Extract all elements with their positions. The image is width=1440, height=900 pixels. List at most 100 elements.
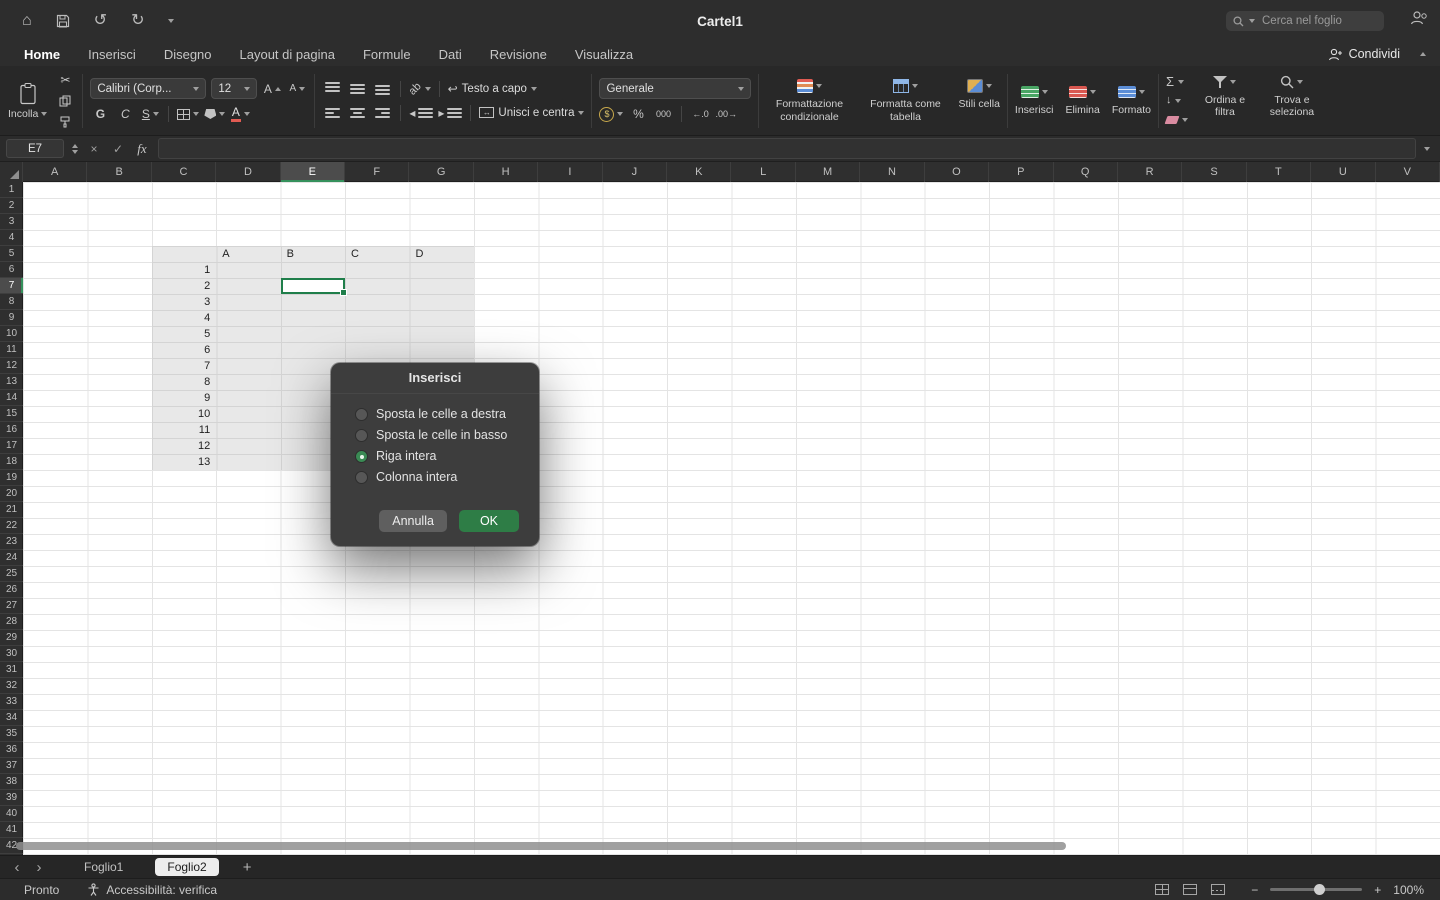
column-header-J[interactable]: J — [603, 162, 667, 182]
tab-visualizza[interactable]: Visualizza — [575, 47, 633, 62]
row-header-31[interactable]: 31 — [0, 662, 23, 678]
search-scope-icon[interactable] — [1249, 19, 1255, 23]
row-header-21[interactable]: 21 — [0, 502, 23, 518]
home-icon[interactable]: ⌂ — [22, 13, 32, 29]
cell-C8[interactable]: 3 — [152, 294, 216, 310]
row-header-13[interactable]: 13 — [0, 374, 23, 390]
radio-icon[interactable] — [355, 471, 368, 484]
column-header-R[interactable]: R — [1118, 162, 1182, 182]
column-header-I[interactable]: I — [538, 162, 602, 182]
cell-C10[interactable]: 5 — [152, 326, 216, 342]
row-header-38[interactable]: 38 — [0, 774, 23, 790]
cell-styles-button[interactable]: Stili cella — [958, 78, 999, 122]
align-middle-button[interactable] — [347, 80, 367, 98]
customize-toolbar-button[interactable] — [168, 19, 174, 23]
align-left-button[interactable] — [322, 104, 342, 122]
cell-G5[interactable]: D — [409, 246, 473, 262]
cell-C11[interactable]: 6 — [152, 342, 216, 358]
cell-C9[interactable]: 4 — [152, 310, 216, 326]
fill-color-button[interactable] — [204, 105, 225, 123]
page-break-view-icon[interactable] — [1211, 884, 1225, 895]
row-header-6[interactable]: 6 — [0, 262, 23, 278]
paste-button[interactable]: Incolla — [8, 82, 47, 120]
save-button[interactable] — [56, 14, 70, 28]
row-header-28[interactable]: 28 — [0, 614, 23, 630]
format-as-table-button[interactable]: Formatta come tabella — [862, 78, 948, 122]
column-header-D[interactable]: D — [216, 162, 280, 182]
column-header-F[interactable]: F — [345, 162, 409, 182]
cell-C18[interactable]: 13 — [152, 454, 216, 470]
dialog-option-colonna-intera[interactable]: Colonna intera — [355, 470, 539, 484]
column-header-G[interactable]: G — [409, 162, 473, 182]
insert-cells-button[interactable]: Inserisci — [1015, 84, 1054, 116]
cell-C13[interactable]: 8 — [152, 374, 216, 390]
column-header-A[interactable]: A — [23, 162, 87, 182]
row-header-18[interactable]: 18 — [0, 454, 23, 470]
column-header-H[interactable]: H — [474, 162, 538, 182]
cell-C7[interactable]: 2 — [152, 278, 216, 294]
row-header-5[interactable]: 5 — [0, 246, 23, 262]
tab-dati[interactable]: Dati — [439, 47, 462, 62]
bold-button[interactable]: G — [90, 105, 110, 123]
column-header-P[interactable]: P — [989, 162, 1053, 182]
percent-format-button[interactable]: % — [628, 105, 648, 123]
cell-E5[interactable]: B — [281, 246, 345, 262]
increase-decimal-button[interactable]: ←.0 — [690, 105, 710, 123]
account-icon[interactable] — [1410, 10, 1428, 26]
column-header-T[interactable]: T — [1247, 162, 1311, 182]
zoom-slider[interactable] — [1270, 888, 1362, 891]
currency-format-button[interactable]: $ — [599, 105, 623, 123]
column-header-S[interactable]: S — [1182, 162, 1246, 182]
cell-C17[interactable]: 12 — [152, 438, 216, 454]
collapse-ribbon-icon[interactable] — [1420, 52, 1426, 56]
tab-inserisci[interactable]: Inserisci — [88, 47, 136, 62]
radio-icon[interactable] — [355, 450, 368, 463]
row-header-11[interactable]: 11 — [0, 342, 23, 358]
sheet-nav-left-icon[interactable]: ‹ — [10, 860, 24, 875]
underline-button[interactable]: S — [140, 105, 160, 123]
radio-icon[interactable] — [355, 408, 368, 421]
cell-F5[interactable]: C — [345, 246, 409, 262]
cancel-button[interactable]: Annulla — [379, 510, 447, 532]
row-header-25[interactable]: 25 — [0, 566, 23, 582]
decrease-font-button[interactable]: A — [287, 80, 307, 98]
format-painter-button[interactable] — [55, 113, 75, 131]
expand-formula-bar-icon[interactable] — [1424, 147, 1430, 151]
sheet-tab-foglio2[interactable]: Foglio2 — [155, 858, 218, 876]
cells-layer[interactable]: ABCD12345678910111213 — [23, 182, 1440, 855]
font-name-select[interactable]: Calibri (Corp... — [90, 78, 206, 99]
dialog-option-riga-intera[interactable]: Riga intera — [355, 449, 539, 463]
sheet-tab-foglio1[interactable]: Foglio1 — [72, 858, 135, 876]
fill-button[interactable]: ↓ — [1166, 93, 1188, 108]
sheet-grid[interactable]: ABCD12345678910111213 123456789101112131… — [0, 182, 1440, 855]
active-cell[interactable] — [281, 278, 345, 294]
select-all-button[interactable] — [0, 162, 23, 182]
row-header-29[interactable]: 29 — [0, 630, 23, 646]
row-header-23[interactable]: 23 — [0, 534, 23, 550]
row-header-37[interactable]: 37 — [0, 758, 23, 774]
align-right-button[interactable] — [372, 104, 392, 122]
zoom-slider-thumb[interactable] — [1314, 884, 1325, 895]
tab-layout-di-pagina[interactable]: Layout di pagina — [240, 47, 335, 62]
find-select-button[interactable]: Trova e seleziona — [1262, 74, 1322, 127]
horizontal-scrollbar[interactable] — [16, 842, 1066, 850]
zoom-in-button[interactable]: + — [1374, 883, 1381, 897]
font-size-select[interactable]: 12 — [211, 78, 257, 99]
column-header-B[interactable]: B — [87, 162, 151, 182]
row-header-20[interactable]: 20 — [0, 486, 23, 502]
row-header-14[interactable]: 14 — [0, 390, 23, 406]
search-input[interactable] — [1260, 14, 1377, 28]
sort-filter-button[interactable]: Ordina e filtra — [1198, 74, 1252, 127]
row-header-3[interactable]: 3 — [0, 214, 23, 230]
redo-button[interactable]: ↻ — [131, 13, 144, 29]
column-header-Q[interactable]: Q — [1054, 162, 1118, 182]
accessibility-status[interactable]: Accessibilità: verifica — [87, 883, 217, 897]
row-header-35[interactable]: 35 — [0, 726, 23, 742]
clear-button[interactable] — [1166, 112, 1188, 127]
cancel-entry-button[interactable]: × — [86, 143, 102, 155]
cell-C14[interactable]: 9 — [152, 390, 216, 406]
row-header-2[interactable]: 2 — [0, 198, 23, 214]
row-header-33[interactable]: 33 — [0, 694, 23, 710]
column-header-M[interactable]: M — [796, 162, 860, 182]
italic-button[interactable]: C — [115, 105, 135, 123]
